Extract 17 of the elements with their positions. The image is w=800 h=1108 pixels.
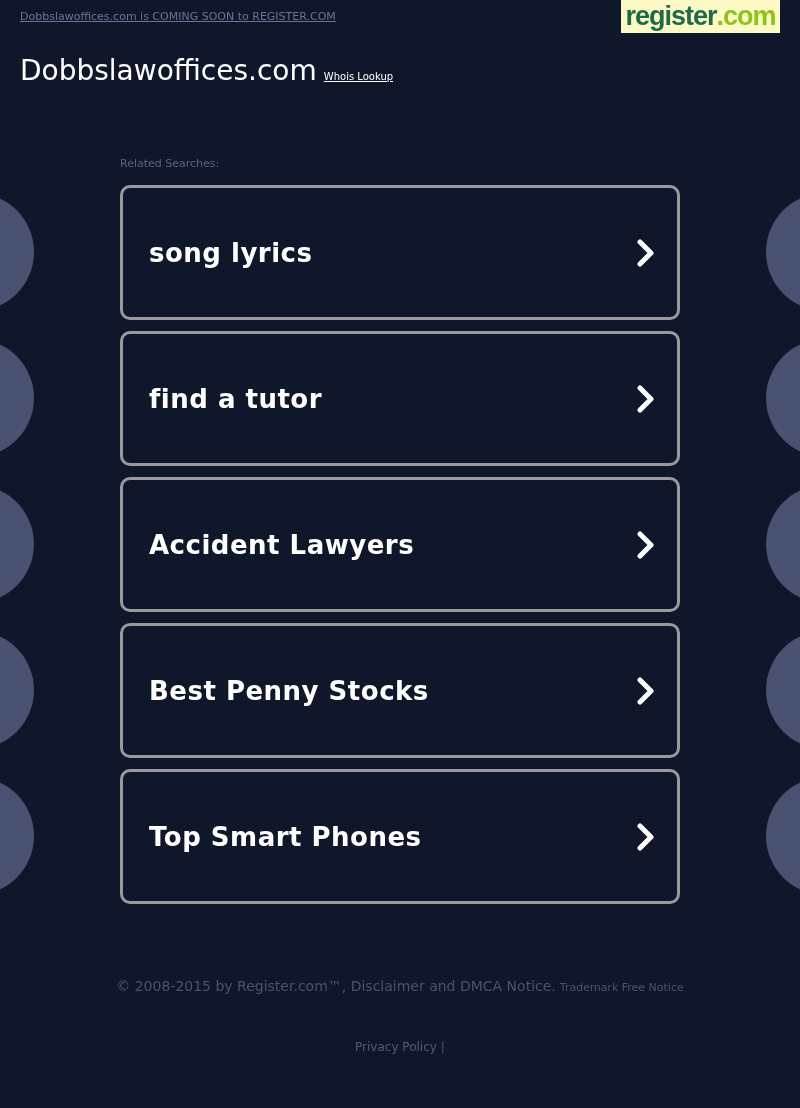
site-title: Dobbslawoffices.com	[20, 54, 317, 87]
search-link[interactable]: Best Penny Stocks	[120, 623, 680, 758]
chevron-icon	[637, 676, 655, 705]
logo[interactable]: register.com	[621, 0, 780, 33]
search-link[interactable]: Top Smart Phones	[120, 769, 680, 904]
coming-soon-link[interactable]: Dobbslawoffices.com is COMING SOON to REGISTER.COM	[20, 10, 336, 23]
chevron-icon	[637, 384, 655, 413]
search-link[interactable]: find a tutor	[120, 331, 680, 466]
search-link[interactable]: Accident Lawyers	[120, 477, 680, 612]
chevron-icon	[637, 822, 655, 851]
separator: |	[440, 1040, 445, 1054]
related-searches-label: Related Searches:	[120, 157, 221, 170]
chevron-icon	[637, 530, 655, 559]
copyright-text: © 2008-2015 by Register.com™, Disclaimer and DMCA Notice.	[116, 978, 556, 994]
chevron-icon	[637, 238, 655, 267]
whois-link[interactable]: Whois Lookup	[323, 71, 394, 82]
search-link[interactable]: song lyrics	[120, 185, 680, 320]
